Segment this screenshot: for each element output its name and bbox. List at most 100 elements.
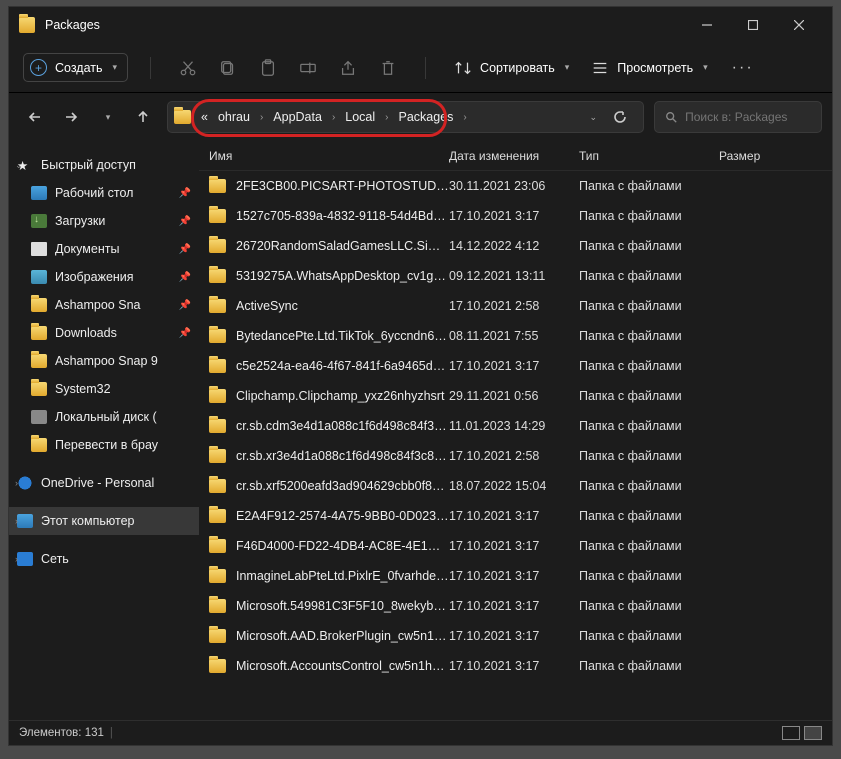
file-row[interactable]: 26720RandomSaladGamesLLC.SimpleMi...14.1… xyxy=(199,231,832,261)
breadcrumb-segment[interactable]: Local xyxy=(341,110,379,124)
minimize-button[interactable] xyxy=(684,10,730,40)
file-row[interactable]: 1527c705-839a-4832-9118-54d4Bd6a0c89...1… xyxy=(199,201,832,231)
sidebar-item-label: Сеть xyxy=(41,552,69,566)
sidebar-item[interactable]: Рабочий стол📌 xyxy=(9,179,199,207)
status-count-value: 131 xyxy=(85,727,104,739)
new-button[interactable]: + Создать ▾ xyxy=(23,53,128,82)
file-row[interactable]: cr.sb.xr3e4d1a088c1f6d498c84f3c86de73c..… xyxy=(199,441,832,471)
more-button[interactable]: ··· xyxy=(724,59,762,77)
file-type: Папка с файлами xyxy=(579,659,729,673)
maximize-button[interactable] xyxy=(730,10,776,40)
sidebar-this-pc[interactable]: › Этот компьютер xyxy=(9,507,199,535)
file-row[interactable]: 5319275A.WhatsAppDesktop_cv1g1gvan...09.… xyxy=(199,261,832,291)
sidebar-item[interactable]: Загрузки📌 xyxy=(9,207,199,235)
breadcrumb-segment[interactable]: AppData xyxy=(269,110,326,124)
plus-icon: + xyxy=(30,59,47,76)
address-bar[interactable]: « ohrau › AppData › Local › Packages › ⌄ xyxy=(167,101,644,133)
folder-icon xyxy=(209,629,226,643)
file-name: Microsoft.AccountsControl_cw5n1h2txy... xyxy=(236,659,449,673)
pc-icon xyxy=(17,514,33,528)
up-button[interactable] xyxy=(127,101,159,133)
sidebar-item[interactable]: System32 xyxy=(9,375,199,403)
file-row[interactable]: Microsoft.AccountsControl_cw5n1h2txy...1… xyxy=(199,651,832,681)
status-bar: Элементов: 131 | xyxy=(9,720,832,745)
forward-button[interactable] xyxy=(55,101,87,133)
pin-icon: 📌 xyxy=(179,272,191,283)
search-box[interactable] xyxy=(654,101,822,133)
file-row[interactable]: InmagineLabPteLtd.PixlrE_0fvarhdejbjpm17… xyxy=(199,561,832,591)
folder-icon xyxy=(209,329,226,343)
sidebar-item[interactable]: Downloads📌 xyxy=(9,319,199,347)
file-row[interactable]: Microsoft.AAD.BrokerPlugin_cw5n1h2txy...… xyxy=(199,621,832,651)
delete-button[interactable] xyxy=(373,53,403,83)
chevron-right-icon[interactable]: › xyxy=(328,112,339,123)
sidebar-item[interactable]: Документы📌 xyxy=(9,235,199,263)
expand-icon[interactable]: › xyxy=(15,478,18,488)
expand-icon[interactable]: › xyxy=(15,554,18,564)
view-button[interactable]: Просмотреть ▾ xyxy=(585,59,713,77)
file-type: Папка с файлами xyxy=(579,629,729,643)
file-row[interactable]: ActiveSync17.10.2021 2:58Папка с файлами xyxy=(199,291,832,321)
folder-icon xyxy=(209,659,226,673)
separator xyxy=(150,57,151,79)
file-row[interactable]: Microsoft.549981C3F5F10_8wekyb3d8bb...17… xyxy=(199,591,832,621)
folder-icon xyxy=(209,209,226,223)
expand-icon[interactable]: › xyxy=(15,516,18,526)
details-view-icon[interactable] xyxy=(782,726,800,740)
file-row[interactable]: 2FE3CB00.PICSART-PHOTOSTUDIO_crhqp...30.… xyxy=(199,171,832,201)
sidebar-item[interactable]: Ashampoo Snap 9 xyxy=(9,347,199,375)
file-row[interactable]: E2A4F912-2574-4A75-9BB0-0D023378592...17… xyxy=(199,501,832,531)
file-row[interactable]: c5e2524a-ea46-4f67-841f-6a9465d9d515_...… xyxy=(199,351,832,381)
sidebar-item-label: Локальный диск ( xyxy=(55,410,157,424)
search-input[interactable] xyxy=(685,110,811,124)
file-type: Папка с файлами xyxy=(579,269,729,283)
recent-chevron[interactable]: ▾ xyxy=(91,101,123,133)
chevron-right-icon[interactable]: › xyxy=(256,112,267,123)
refresh-icon[interactable] xyxy=(613,110,627,124)
copy-button[interactable] xyxy=(213,53,243,83)
file-name: 1527c705-839a-4832-9118-54d4Bd6a0c89... xyxy=(236,209,449,223)
chevron-right-icon[interactable]: › xyxy=(459,112,470,123)
file-name: F46D4000-FD22-4DB4-AC8E-4E1DDDE828... xyxy=(236,539,449,553)
column-date[interactable]: Дата изменения xyxy=(449,149,579,163)
file-type: Папка с файлами xyxy=(579,359,729,373)
breadcrumb-segment[interactable]: ohrau xyxy=(214,110,254,124)
sidebar-onedrive[interactable]: › OneDrive - Personal xyxy=(9,469,199,497)
file-row[interactable]: cr.sb.xrf5200eafd3ad904629cbb0f87a78a3..… xyxy=(199,471,832,501)
file-row[interactable]: F46D4000-FD22-4DB4-AC8E-4E1DDDE828...17.… xyxy=(199,531,832,561)
doc-icon xyxy=(31,242,47,256)
sidebar-network[interactable]: › Сеть xyxy=(9,545,199,573)
file-name: Microsoft.549981C3F5F10_8wekyb3d8bb... xyxy=(236,599,449,613)
chevron-down-icon: ▾ xyxy=(113,62,118,73)
sort-button[interactable]: Сортировать ▾ xyxy=(448,59,575,77)
sidebar-item[interactable]: Изображения📌 xyxy=(9,263,199,291)
file-row[interactable]: cr.sb.cdm3e4d1a088c1f6d498c84f3c86de...1… xyxy=(199,411,832,441)
new-label: Создать xyxy=(55,61,103,75)
breadcrumb-ellipsis[interactable]: « xyxy=(197,110,212,124)
breadcrumb-segment[interactable]: Packages xyxy=(395,110,458,124)
file-type: Папка с файлами xyxy=(579,509,729,523)
collapse-icon[interactable]: ⌄ xyxy=(15,160,23,171)
close-button[interactable] xyxy=(776,10,822,40)
column-type[interactable]: Тип xyxy=(579,149,719,163)
column-name[interactable]: Имя xyxy=(209,149,449,163)
cut-button[interactable] xyxy=(173,53,203,83)
back-button[interactable] xyxy=(19,101,51,133)
file-row[interactable]: BytedancePte.Ltd.TikTok_6yccndn6064se08.… xyxy=(199,321,832,351)
sidebar-item[interactable]: Ashampoo Sna📌 xyxy=(9,291,199,319)
column-size[interactable]: Размер xyxy=(719,149,832,163)
share-button[interactable] xyxy=(333,53,363,83)
file-date: 17.10.2021 3:17 xyxy=(449,629,579,643)
sidebar-item-label: Этот компьютер xyxy=(41,514,134,528)
chevron-right-icon[interactable]: › xyxy=(381,112,392,123)
sidebar-item[interactable]: Перевести в брау xyxy=(9,431,199,459)
sidebar-quick-access[interactable]: ⌄ ★ Быстрый доступ xyxy=(9,151,199,179)
paste-button[interactable] xyxy=(253,53,283,83)
list-view-icon[interactable] xyxy=(804,726,822,740)
file-name: c5e2524a-ea46-4f67-841f-6a9465d9d515_... xyxy=(236,359,449,373)
titlebar: Packages xyxy=(9,7,832,43)
sidebar-item[interactable]: Локальный диск ( xyxy=(9,403,199,431)
chevron-down-icon[interactable]: ⌄ xyxy=(589,112,597,123)
rename-button[interactable] xyxy=(293,53,323,83)
file-row[interactable]: Clipchamp.Clipchamp_yxz26nhyzhsrt29.11.2… xyxy=(199,381,832,411)
